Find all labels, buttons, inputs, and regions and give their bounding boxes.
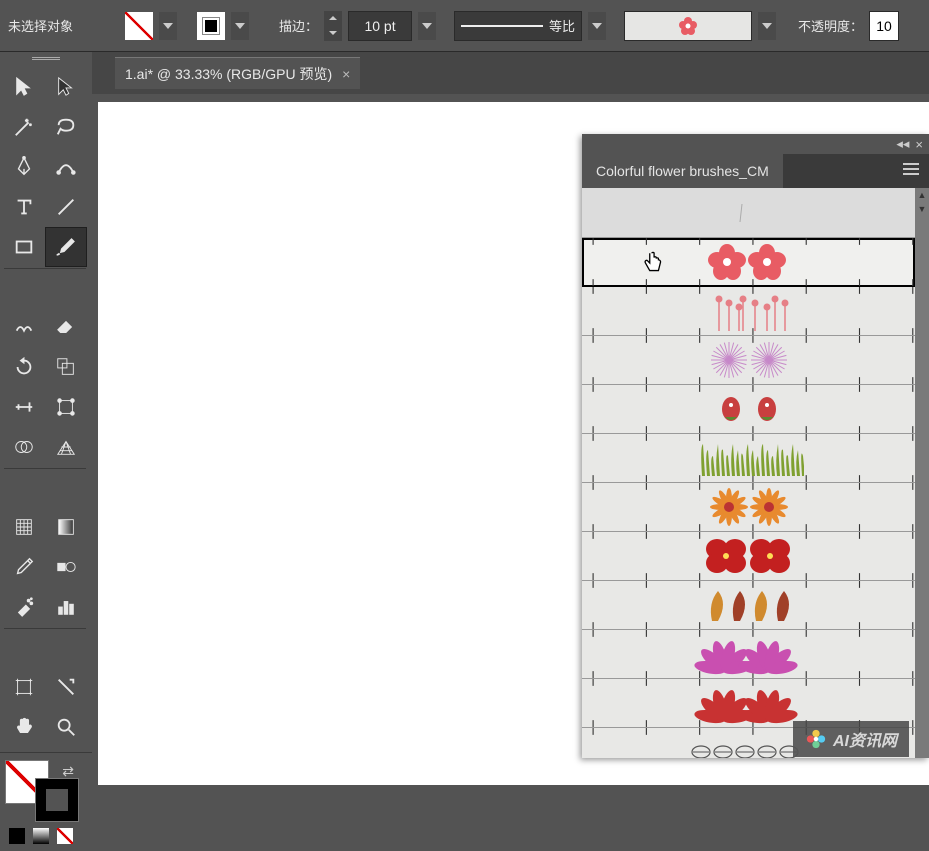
zoom-tool[interactable] <box>46 708 86 746</box>
curvature-tool[interactable] <box>46 148 86 186</box>
fill-stroke-control[interactable]: ⇄ <box>0 755 92 821</box>
brush-item-pink-pins[interactable] <box>582 287 915 336</box>
collapse-panel-icon[interactable]: ◂◂ <box>896 136 909 152</box>
stroke-label: 描边： <box>279 16 318 35</box>
shaper-tool[interactable] <box>4 308 44 346</box>
color-mode-none[interactable] <box>54 825 76 847</box>
stroke-indicator[interactable] <box>36 779 78 821</box>
document-tab[interactable]: 1.ai* @ 33.33% (RGB/GPU 预览) × <box>115 57 360 89</box>
gradient-tool[interactable] <box>46 508 86 546</box>
stroke-weight-field[interactable]: 10 pt <box>348 11 412 41</box>
stroke-swatch[interactable] <box>197 12 225 40</box>
line-segment-tool[interactable] <box>46 188 86 226</box>
artboard-tool[interactable] <box>4 668 44 706</box>
brush-preview-icon <box>734 198 764 228</box>
panel-menu-icon[interactable] <box>893 162 929 180</box>
color-mode-solid[interactable] <box>6 825 28 847</box>
symbol-sprayer-tool[interactable] <box>4 588 44 626</box>
selection-status: 未选择对象 <box>8 16 73 35</box>
scale-tool[interactable] <box>46 348 86 386</box>
panel-tab[interactable]: Colorful flower brushes_CM <box>582 154 783 188</box>
perspective-grid-tool[interactable] <box>46 428 86 466</box>
rotate-tool[interactable] <box>4 348 44 386</box>
brush-item-red-4petal[interactable] <box>582 532 915 581</box>
watermark: AI资讯网 <box>793 721 909 757</box>
brush-library-panel: ◂◂ × Colorful flower brushes_CM ▲ ▼ <box>582 134 929 758</box>
brush-preview-icon <box>699 338 799 382</box>
brush-list: ▲ ▼ <box>582 188 929 758</box>
stroke-dropdown[interactable] <box>231 12 249 40</box>
brush-item-autumn-leaf[interactable] <box>582 581 915 630</box>
brush-preview-icon <box>694 632 804 676</box>
direct-selection-tool[interactable] <box>46 68 86 106</box>
column-graph-tool[interactable] <box>46 588 86 626</box>
brush-definition-preview[interactable] <box>624 11 752 41</box>
width-tool[interactable] <box>4 388 44 426</box>
brush-preview-icon <box>699 485 799 529</box>
type-tool[interactable] <box>4 188 44 226</box>
flower-icon <box>668 14 708 38</box>
brush-item-pink-flower[interactable] <box>582 238 915 287</box>
eraser-tool[interactable] <box>46 308 86 346</box>
vertical-scrollbar[interactable]: ▲ ▼ <box>915 188 929 758</box>
panel-handle[interactable] <box>0 52 92 64</box>
brush-item-grass[interactable] <box>582 434 915 483</box>
opacity-field[interactable]: 10 <box>869 11 899 41</box>
magic-wand-tool[interactable] <box>4 108 44 146</box>
close-panel-icon[interactable]: × <box>915 137 923 152</box>
stroke-weight-dropdown[interactable] <box>418 12 436 40</box>
document-title: 1.ai* @ 33.33% (RGB/GPU 预览) <box>125 64 332 84</box>
brush-preview-icon <box>694 681 804 725</box>
brush-preview-icon <box>699 240 799 284</box>
brush-preview-icon <box>694 534 804 578</box>
document-tab-bar: 1.ai* @ 33.33% (RGB/GPU 预览) × <box>0 52 929 94</box>
opacity-label: 不透明度： <box>798 16 863 35</box>
control-bar: 未选择对象 描边： 10 pt 等比 不透明度： 10 <box>0 0 929 52</box>
scroll-up-icon[interactable]: ▲ <box>915 188 929 202</box>
eyedropper-tool[interactable] <box>4 548 44 586</box>
brush-preview-icon <box>699 289 799 333</box>
tools-panel: ⇄ <box>0 52 92 851</box>
rectangle-tool[interactable] <box>4 228 44 266</box>
brush-dropdown[interactable] <box>758 12 776 40</box>
brush-preview-icon <box>694 583 804 627</box>
brush-preview-icon <box>699 387 799 431</box>
lasso-tool[interactable] <box>46 108 86 146</box>
brush-item-purple-burst[interactable] <box>582 336 915 385</box>
slice-tool[interactable] <box>46 668 86 706</box>
brush-item-rosebud[interactable] <box>582 385 915 434</box>
pen-tool[interactable] <box>4 148 44 186</box>
selection-tool[interactable] <box>4 68 44 106</box>
variable-width-profile[interactable]: 等比 <box>454 11 582 41</box>
brush-preview-icon <box>689 737 809 758</box>
brush-item-none[interactable] <box>582 188 915 238</box>
close-tab-button[interactable]: × <box>342 66 350 82</box>
brush-item-orange-daisy[interactable] <box>582 483 915 532</box>
profile-dropdown[interactable] <box>588 12 606 40</box>
shape-builder-tool[interactable] <box>4 428 44 466</box>
paintbrush-tool[interactable] <box>46 228 86 266</box>
scroll-down-icon[interactable]: ▼ <box>915 202 929 216</box>
fill-swatch[interactable] <box>125 12 153 40</box>
fill-dropdown[interactable] <box>159 12 177 40</box>
color-mode-gradient[interactable] <box>30 825 52 847</box>
blend-tool[interactable] <box>46 548 86 586</box>
mesh-tool[interactable] <box>4 508 44 546</box>
stroke-weight-stepper[interactable] <box>324 11 342 41</box>
brush-item-magenta-fan[interactable] <box>582 630 915 679</box>
swap-fill-stroke-icon[interactable]: ⇄ <box>62 763 74 780</box>
free-transform-tool[interactable] <box>46 388 86 426</box>
brush-preview-icon <box>694 436 804 480</box>
hand-tool[interactable] <box>4 708 44 746</box>
watermark-text: AI资讯网 <box>833 727 897 751</box>
